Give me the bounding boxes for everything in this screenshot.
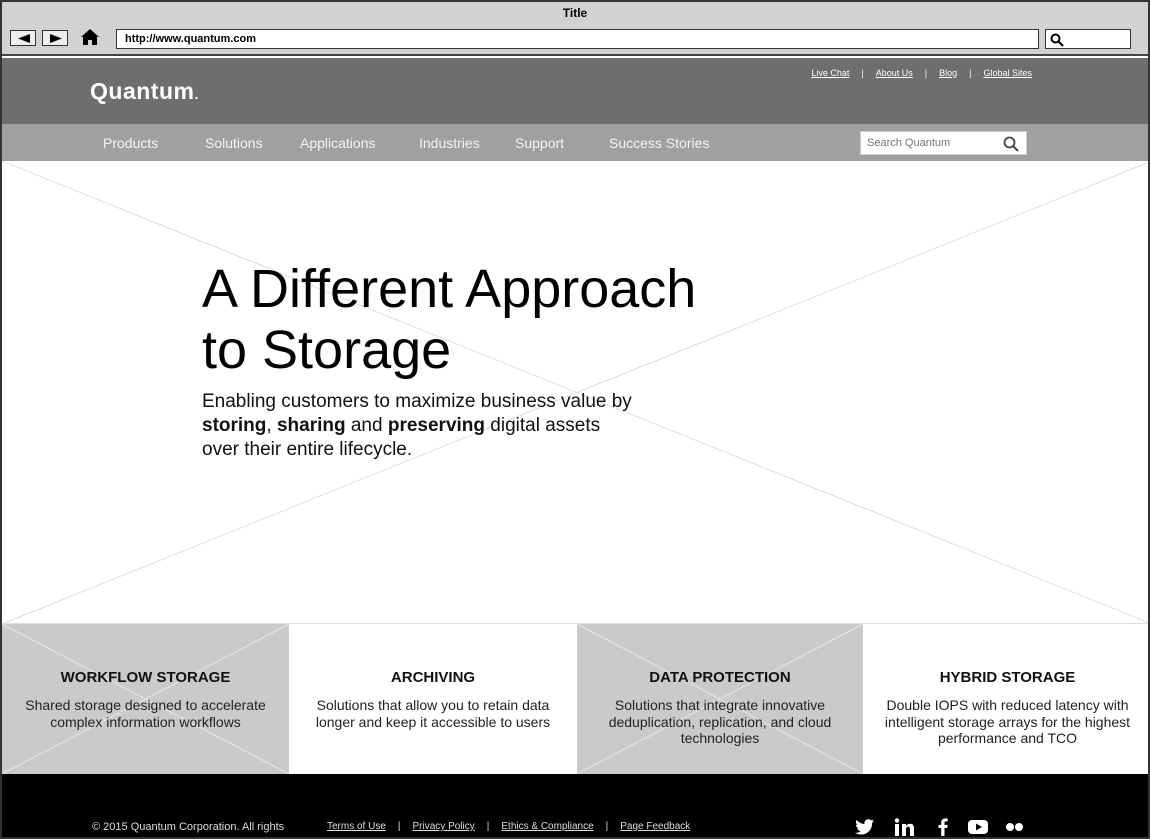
youtube-icon[interactable]	[967, 818, 989, 836]
hero-title-line-1: A Different Approach	[202, 259, 697, 319]
site-footer: © 2015 Quantum Corporation. All rights T…	[2, 774, 1148, 837]
browser-search-field[interactable]	[1045, 29, 1131, 49]
hero-subtitle-text: Enabling customers to maximize business …	[202, 391, 632, 412]
hero-subtitle-text: and	[345, 415, 388, 436]
tile-description: Shared storage designed to accelerate co…	[25, 697, 266, 730]
hero-subtitle-bold: preserving	[387, 415, 485, 436]
separator: |	[861, 68, 864, 78]
separator: |	[969, 68, 972, 78]
home-icon	[81, 29, 99, 45]
terms-of-use-link[interactable]: Terms of Use	[327, 821, 386, 832]
live-chat-link[interactable]: Live Chat	[811, 68, 849, 78]
separator: |	[605, 821, 609, 832]
linkedin-icon[interactable]	[894, 818, 914, 836]
separator: |	[397, 821, 401, 832]
hero-title-line-2: to Storage	[202, 320, 452, 380]
search-icon[interactable]	[1003, 136, 1019, 152]
tile-hybrid-storage[interactable]: HYBRID STORAGE Double IOPS with reduced …	[863, 624, 1148, 774]
tile-description: Solutions that integrate innovative dedu…	[608, 697, 832, 746]
hero-subtitle-bold: storing	[202, 415, 267, 436]
tile-title: DATA PROTECTION	[649, 669, 791, 686]
tile-workflow-storage[interactable]: WORKFLOW STORAGE Shared storage designed…	[2, 624, 289, 774]
logo-dot: .	[194, 86, 199, 102]
site-header: Quantum. Live Chat | About Us | Blog | G…	[2, 58, 1148, 124]
main-nav: Products Solutions Applications Industri…	[2, 124, 1148, 161]
logo-text: Quantum	[90, 78, 195, 104]
site-search-input[interactable]	[861, 132, 991, 154]
nav-item-success-stories[interactable]: Success Stories	[609, 135, 709, 151]
site-search	[860, 131, 1027, 155]
nav-item-support[interactable]: Support	[515, 135, 564, 151]
hero-title: A Different Approach to Storage	[202, 259, 762, 381]
tile-description: Double IOPS with reduced latency with in…	[884, 697, 1131, 746]
hero-subtitle: Enabling customers to maximize business …	[202, 390, 642, 462]
nav-item-applications[interactable]: Applications	[300, 135, 376, 151]
tile-description: Solutions that allow you to retain data …	[315, 697, 551, 730]
window-title: Title	[2, 2, 1148, 24]
blog-link[interactable]: Blog	[939, 68, 957, 78]
facebook-icon[interactable]	[937, 818, 949, 836]
forward-button[interactable]	[42, 30, 68, 46]
feature-tiles: WORKFLOW STORAGE Shared storage designed…	[2, 624, 1148, 774]
page-feedback-link[interactable]: Page Feedback	[620, 821, 690, 832]
ethics-compliance-link[interactable]: Ethics & Compliance	[501, 821, 593, 832]
hero-banner: A Different Approach to Storage Enabling …	[2, 161, 1148, 624]
hero-subtitle-bold: sharing	[276, 415, 346, 436]
tile-title: WORKFLOW STORAGE	[60, 669, 231, 686]
browser-toolbar: http://www.quantum.com	[2, 24, 1148, 56]
utility-links: Live Chat | About Us | Blog | Global Sit…	[811, 68, 1032, 78]
back-arrow-icon	[18, 34, 30, 43]
nav-item-products[interactable]: Products	[103, 135, 158, 151]
browser-window: Title http://www.quantum.com Quantum. Li…	[0, 0, 1150, 839]
flickr-icon[interactable]	[1004, 818, 1026, 836]
tile-title: ARCHIVING	[390, 669, 476, 686]
tile-title: HYBRID STORAGE	[939, 669, 1076, 686]
nav-item-solutions[interactable]: Solutions	[205, 135, 263, 151]
tile-data-protection[interactable]: DATA PROTECTION Solutions that integrate…	[577, 624, 863, 774]
separator: |	[924, 68, 928, 78]
hero-subtitle-text: ,	[266, 415, 277, 436]
forward-arrow-icon	[50, 34, 62, 43]
footer-links: Terms of Use | Privacy Policy | Ethics &…	[327, 821, 690, 832]
about-us-link[interactable]: About Us	[876, 68, 913, 78]
back-button[interactable]	[10, 30, 36, 46]
twitter-icon[interactable]	[855, 818, 875, 836]
search-icon	[1050, 33, 1064, 47]
tile-archiving[interactable]: ARCHIVING Solutions that allow you to re…	[289, 624, 577, 774]
home-button[interactable]	[80, 28, 102, 48]
nav-item-industries[interactable]: Industries	[419, 135, 480, 151]
separator: |	[486, 821, 490, 832]
copyright-text: © 2015 Quantum Corporation. All rights	[92, 821, 285, 833]
privacy-policy-link[interactable]: Privacy Policy	[413, 821, 475, 832]
address-bar[interactable]: http://www.quantum.com	[116, 29, 1039, 49]
quantum-logo[interactable]: Quantum.	[90, 78, 199, 105]
global-sites-link[interactable]: Global Sites	[983, 68, 1032, 78]
